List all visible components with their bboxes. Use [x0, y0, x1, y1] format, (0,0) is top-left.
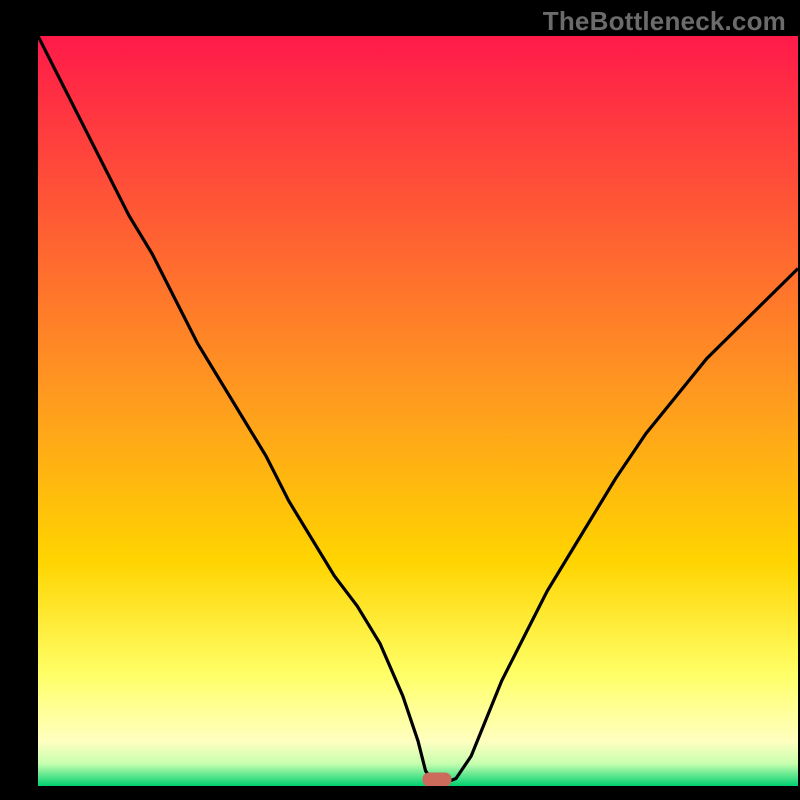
minimum-marker: [423, 773, 451, 786]
watermark-text: TheBottleneck.com: [543, 6, 786, 37]
gradient-background: [38, 36, 798, 786]
bottleneck-chart: [0, 0, 800, 800]
chart-container: TheBottleneck.com: [0, 0, 800, 800]
